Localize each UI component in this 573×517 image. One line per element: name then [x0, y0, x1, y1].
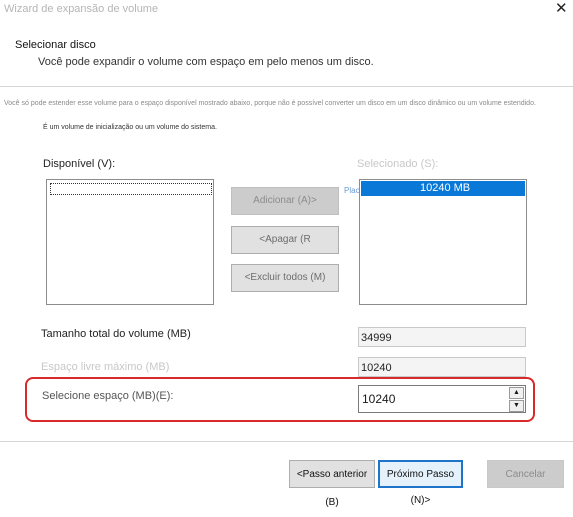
selected-item[interactable]: 10240 MB — [361, 181, 525, 196]
available-label: Disponível (V): — [43, 158, 116, 170]
add-button[interactable]: Adicionar (A)> — [231, 187, 339, 215]
back-button[interactable]: <Passo anterior (B) — [289, 460, 375, 508]
spin-up-icon[interactable]: ▲ — [509, 387, 524, 399]
window-title: Wizard de expansão de volume — [4, 3, 159, 15]
spinner: ▲ ▼ — [509, 386, 525, 412]
select-space-input[interactable]: 10240 ▲ ▼ — [358, 385, 526, 413]
remove-all-button[interactable]: <Excluir todos (M) — [231, 264, 339, 292]
step-description: Você pode expandir o volume com espaço e… — [38, 56, 374, 68]
next-button[interactable]: Próximo Passo (N)> — [378, 460, 463, 506]
step-title: Selecionar disco — [15, 39, 96, 51]
remove-button[interactable]: <Apagar (R — [231, 226, 339, 254]
close-icon[interactable]: ✕ — [555, 1, 568, 16]
available-listbox[interactable] — [46, 179, 214, 305]
select-space-label: Selecione espaço (MB)(E): — [42, 390, 174, 402]
header-divider — [0, 86, 573, 87]
max-free-label: Espaço livre máximo (MB) — [41, 361, 170, 373]
focus-rectangle — [50, 183, 212, 195]
spin-down-icon[interactable]: ▼ — [509, 400, 524, 412]
cancel-button[interactable]: Cancelar — [487, 460, 564, 488]
info-note: Você só pode estender esse volume para o… — [4, 100, 536, 107]
total-size-label: Tamanho total do volume (MB) — [41, 328, 191, 340]
max-free-value: 10240 — [358, 357, 526, 377]
selected-listbox[interactable]: 10240 MB — [359, 179, 527, 305]
select-space-value: 10240 — [362, 392, 396, 406]
info-note-boot: É um volume de inicialização ou um volum… — [43, 124, 217, 131]
footer-divider — [0, 441, 573, 442]
total-size-value: 34999 — [358, 327, 526, 347]
selected-label: Selecionado (S): — [357, 158, 439, 170]
